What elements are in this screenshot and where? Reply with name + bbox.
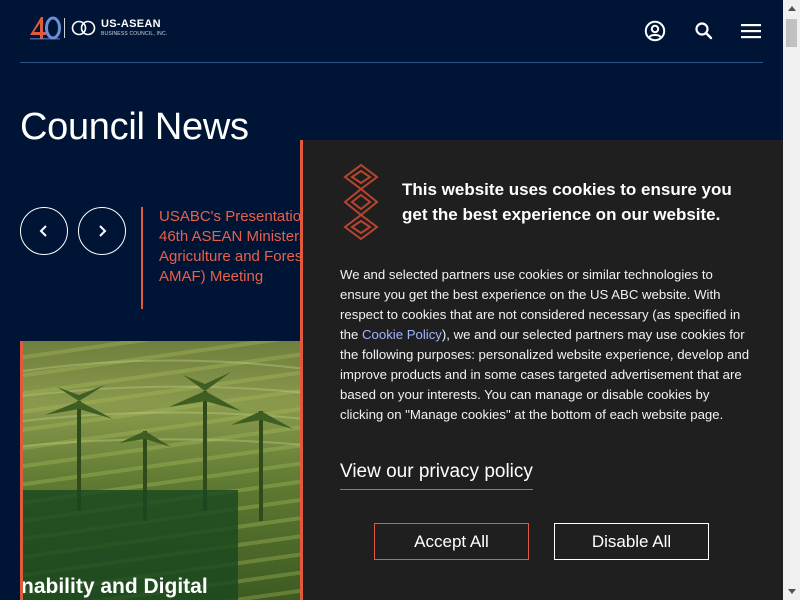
logo-title: US-ASEAN — [101, 18, 161, 30]
scrollbar-thumb[interactable] — [786, 19, 797, 47]
logo-rings-icon — [71, 20, 97, 36]
site-logo[interactable]: 40 US-ASEAN BUSINESS COUNCIL, INC. — [28, 14, 167, 42]
logo-subtitle: BUSINESS COUNCIL, INC. — [101, 31, 168, 37]
ornament-pattern-icon — [341, 163, 381, 241]
carousel-headline-link[interactable]: USABC's Presentation at the 46th ASEAN M… — [141, 207, 303, 309]
logo-divider — [64, 18, 65, 38]
logo-wordmark: US-ASEAN BUSINESS COUNCIL, INC. — [101, 19, 167, 37]
cookie-consent-banner: This website uses cookies to ensure you … — [300, 140, 783, 600]
privacy-policy-link[interactable]: View our privacy policy — [340, 461, 533, 490]
chevron-right-icon — [99, 225, 107, 237]
featured-news-card[interactable]: nability and Digital — [20, 341, 303, 600]
header-divider — [20, 62, 763, 63]
carousel-next-button[interactable] — [78, 207, 126, 255]
scroll-down-icon[interactable] — [783, 583, 800, 600]
cookie-body-text: We and selected partners use cookies or … — [340, 267, 750, 422]
menu-icon[interactable] — [740, 20, 762, 42]
page-scrollbar[interactable] — [783, 0, 800, 600]
chevron-left-icon — [39, 225, 47, 237]
page-title: Council News — [20, 106, 249, 148]
cookie-policy-link[interactable]: Cookie Policy — [362, 327, 442, 342]
disable-all-button[interactable]: Disable All — [554, 523, 709, 560]
carousel-prev-button[interactable] — [20, 207, 68, 255]
accept-all-button[interactable]: Accept All — [374, 523, 529, 560]
search-icon[interactable] — [693, 20, 715, 42]
scroll-up-icon[interactable] — [783, 0, 800, 17]
anniversary-40-logo: 40 — [28, 14, 62, 42]
card-title: nability and Digital — [21, 575, 208, 598]
user-circle-icon[interactable] — [644, 20, 666, 42]
cookie-heading: This website uses cookies to ensure you … — [402, 180, 732, 224]
site-header: 40 US-ASEAN BUSINESS COUNCIL, INC. — [0, 0, 782, 62]
carousel-headline: USABC's Presentation at the 46th ASEAN M… — [159, 208, 303, 285]
